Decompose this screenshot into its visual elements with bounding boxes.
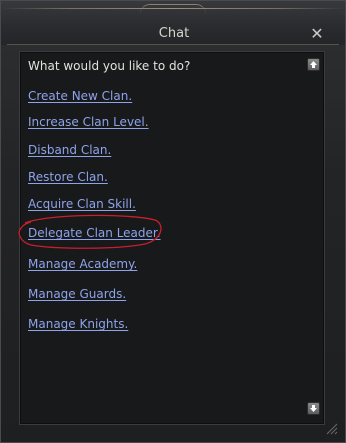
option-manage-guards[interactable]: Manage Guards. <box>28 287 126 302</box>
arrow-up-icon <box>310 61 317 68</box>
option-acquire-clan-skill[interactable]: Acquire Clan Skill. <box>28 197 136 212</box>
scroll-up-button[interactable] <box>307 58 320 71</box>
option-increase-clan-level[interactable]: Increase Clan Level. <box>28 115 149 130</box>
close-icon[interactable]: ✕ <box>308 25 326 43</box>
resize-grip-icon[interactable] <box>319 416 339 436</box>
dialog-prompt: What would you like to do? <box>28 59 191 73</box>
highlight-ring-annotation <box>18 214 162 249</box>
option-manage-knights[interactable]: Manage Knights. <box>28 317 128 332</box>
option-manage-academy[interactable]: Manage Academy. <box>28 257 137 272</box>
title-divider <box>7 44 339 45</box>
scroll-down-button[interactable] <box>307 402 320 415</box>
option-disband-clan[interactable]: Disband Clan. <box>28 143 111 158</box>
option-restore-clan[interactable]: Restore Clan. <box>28 170 108 185</box>
title-ornament-arch <box>140 4 206 14</box>
option-create-new-clan[interactable]: Create New Clan. <box>28 89 132 104</box>
arrow-down-icon <box>310 405 317 412</box>
window-title: Chat <box>158 26 190 41</box>
chat-window: Chat ✕ What would you like to do? Create… <box>0 0 346 443</box>
